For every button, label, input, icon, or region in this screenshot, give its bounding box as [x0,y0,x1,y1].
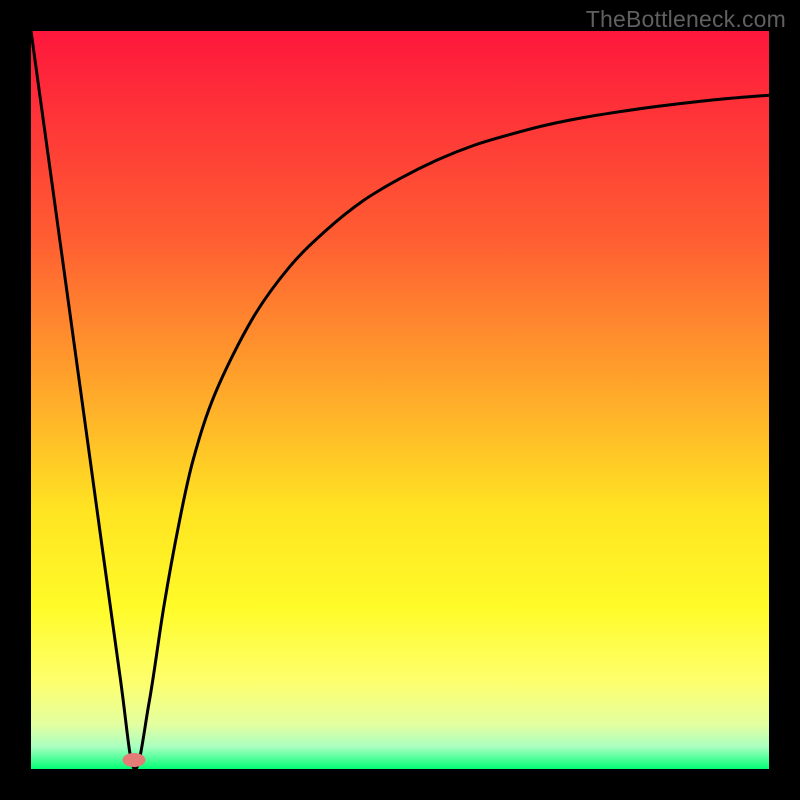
chart-frame: TheBottleneck.com [0,0,800,800]
bottleneck-curve [31,31,769,769]
watermark-text: TheBottleneck.com [586,6,786,33]
optimal-point-marker [123,753,146,767]
curve-layer [31,31,769,769]
plot-area [31,31,769,769]
